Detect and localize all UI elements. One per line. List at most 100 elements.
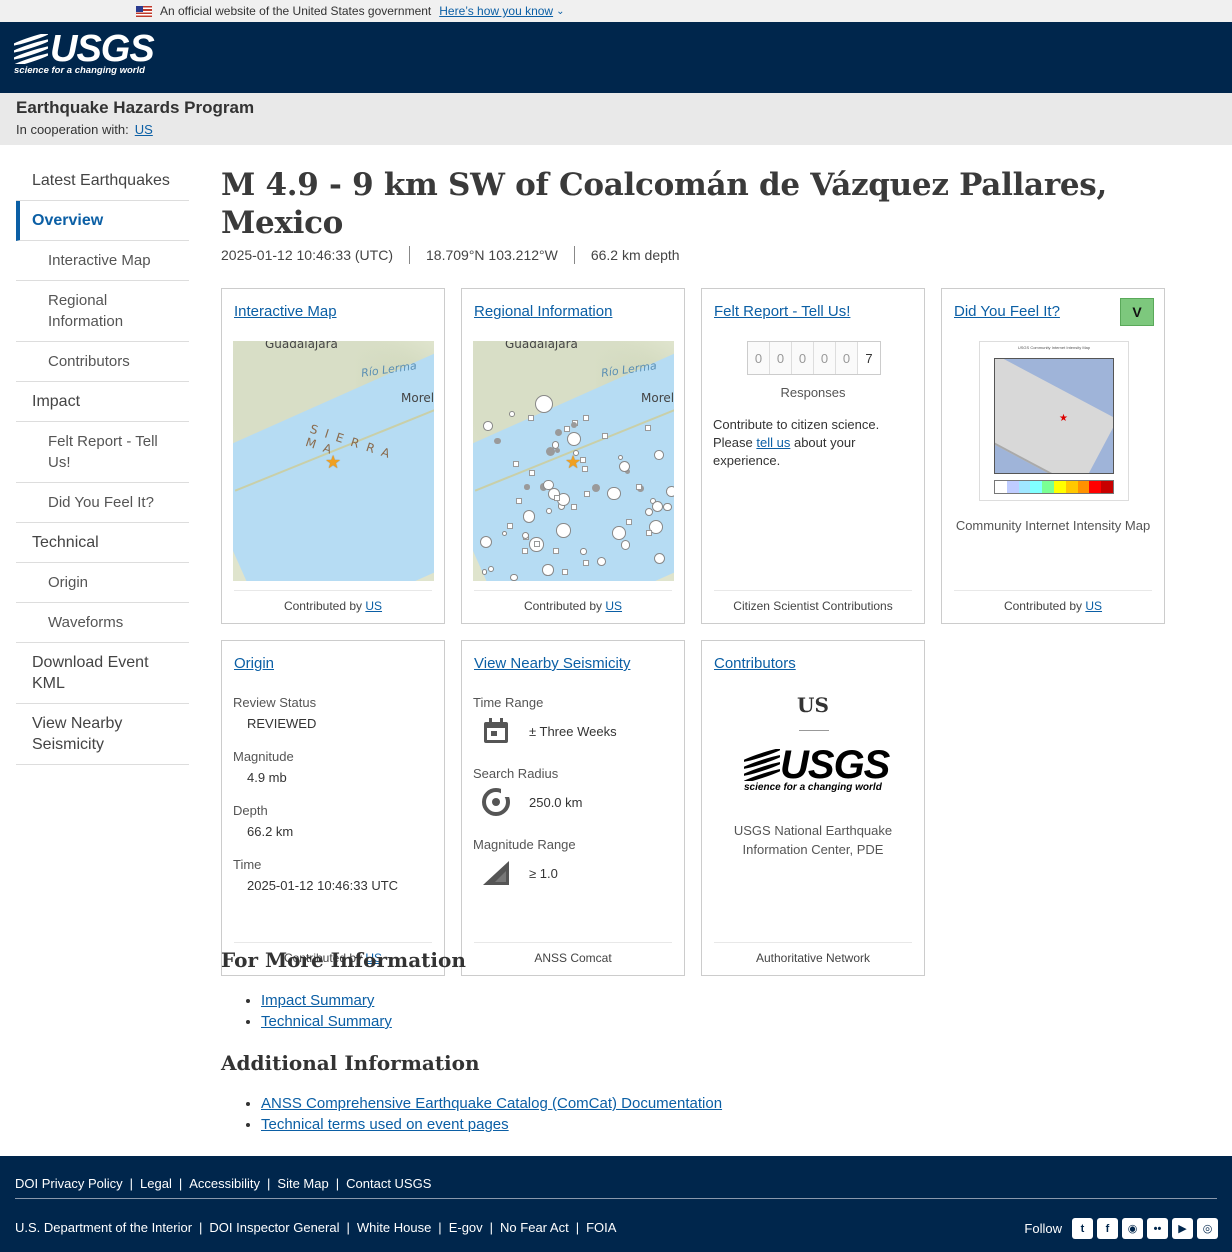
- contributor-link[interactable]: US: [365, 599, 382, 613]
- intensity-map-thumbnail[interactable]: USGS Community Internet Intensity Map ★: [979, 341, 1129, 501]
- regional-map-thumbnail[interactable]: Guadalajara Río Lerma Morel ★: [473, 341, 674, 581]
- nav-technical[interactable]: Technical: [16, 523, 189, 563]
- depth-field: Depth 66.2 km: [233, 803, 294, 839]
- intensity-legend: [994, 480, 1114, 494]
- time-range-field: Time Range ± Three Weeks: [473, 695, 617, 746]
- did-you-feel-it-card[interactable]: Did You Feel It? V USGS Community Intern…: [941, 288, 1165, 624]
- interactive-map-link[interactable]: Interactive Map: [234, 303, 337, 320]
- quake-marker: [644, 508, 653, 517]
- footer-link[interactable]: Accessibility: [189, 1176, 260, 1191]
- interactive-map-card[interactable]: Interactive Map Guadalajara Río Lerma Mo…: [221, 288, 445, 624]
- nav-did-you-feel-it[interactable]: Did You Feel It?: [16, 483, 189, 523]
- footer-divider: [15, 1198, 1217, 1199]
- nav-origin[interactable]: Origin: [16, 563, 189, 603]
- nav-felt-report[interactable]: Felt Report - Tell Us!: [16, 422, 189, 483]
- impact-summary-link[interactable]: Impact Summary: [261, 992, 374, 1009]
- quake-marker: [528, 470, 535, 477]
- coop-link[interactable]: US: [135, 122, 153, 137]
- quake-marker: [666, 486, 674, 498]
- felt-report-link[interactable]: Felt Report - Tell Us!: [714, 303, 850, 320]
- felt-report-card[interactable]: Felt Report - Tell Us! 0 0 0 0 0 7 Respo…: [701, 288, 925, 624]
- contributor-link[interactable]: US: [1085, 599, 1102, 613]
- magnitude-field: Magnitude 4.9 mb: [233, 749, 294, 785]
- program-bar: Earthquake Hazards Program In cooperatio…: [0, 93, 1232, 145]
- youtube-icon[interactable]: ▶: [1172, 1218, 1193, 1239]
- regional-information-card[interactable]: Regional Information Guadalajara Río Ler…: [461, 288, 685, 624]
- usgs-logo[interactable]: USGS science for a changing world: [14, 30, 155, 76]
- quake-marker: [618, 461, 630, 473]
- comcat-documentation-link[interactable]: ANSS Comprehensive Earthquake Catalog (C…: [261, 1095, 722, 1112]
- chevron-down-icon[interactable]: ⌄: [556, 6, 564, 17]
- footer-link[interactable]: FOIA: [586, 1220, 616, 1235]
- map-label-morelia: Morel: [401, 391, 434, 405]
- regional-information-link[interactable]: Regional Information: [474, 303, 612, 320]
- map-label-guadalajara: Guadalajara: [505, 341, 578, 351]
- contributor-network: US: [797, 693, 829, 717]
- footer-link[interactable]: Site Map: [277, 1176, 328, 1191]
- technical-summary-link[interactable]: Technical Summary: [261, 1013, 392, 1030]
- did-you-feel-it-link[interactable]: Did You Feel It?: [954, 303, 1060, 320]
- quake-marker: [546, 507, 553, 514]
- nav-download-kml[interactable]: Download Event KML: [16, 643, 189, 704]
- flickr-icon[interactable]: ••: [1147, 1218, 1168, 1239]
- quake-marker: [528, 415, 535, 422]
- footer-link[interactable]: Contact USGS: [346, 1176, 431, 1191]
- heres-how-you-know-link[interactable]: Here’s how you know: [439, 4, 553, 18]
- quake-marker: [580, 548, 587, 555]
- footer-link[interactable]: White House: [357, 1220, 431, 1235]
- view-nearby-seismicity-link[interactable]: View Nearby Seismicity: [474, 655, 630, 672]
- nav-regional-information[interactable]: Regional Information: [16, 281, 189, 342]
- instagram-icon[interactable]: ◎: [1197, 1218, 1218, 1239]
- footer-links-primary: DOI Privacy Policy | Legal | Accessibility…: [15, 1176, 432, 1191]
- footer-link[interactable]: DOI Inspector General: [209, 1220, 339, 1235]
- origin-link[interactable]: Origin: [234, 655, 274, 672]
- nearby-seismicity-card[interactable]: View Nearby Seismicity Time Range ± Thre…: [461, 640, 685, 976]
- technical-terms-link[interactable]: Technical terms used on event pages: [261, 1116, 509, 1133]
- divider: [799, 730, 829, 731]
- counter-digit: 0: [836, 342, 858, 374]
- nav-view-nearby-seismicity[interactable]: View Nearby Seismicity: [16, 704, 189, 765]
- main-content: M 4.9 - 9 km SW of Coalcomán de Vázquez …: [221, 166, 1216, 1133]
- nav-overview[interactable]: Overview: [16, 201, 189, 241]
- quake-marker: [602, 433, 609, 440]
- counter-digit: 0: [770, 342, 792, 374]
- interactive-map-thumbnail[interactable]: Guadalajara Río Lerma Morel SIERRA MA ★: [233, 341, 434, 581]
- quake-marker: [494, 437, 501, 445]
- nav-waveforms[interactable]: Waveforms: [16, 603, 189, 643]
- facebook-icon[interactable]: f: [1097, 1218, 1118, 1239]
- counter-digit: 0: [814, 342, 836, 374]
- quake-marker: [571, 503, 578, 510]
- quake-marker: [553, 547, 560, 554]
- tell-us-link[interactable]: tell us: [756, 435, 790, 450]
- logo-tagline: science for a changing world: [14, 65, 145, 76]
- footer-link[interactable]: No Fear Act: [500, 1220, 569, 1235]
- contributor-link[interactable]: US: [605, 599, 622, 613]
- list-item: Technical terms used on event pages: [261, 1114, 722, 1135]
- github-icon[interactable]: ◉: [1122, 1218, 1143, 1239]
- quake-marker: [612, 526, 627, 540]
- footer-link[interactable]: U.S. Department of the Interior: [15, 1220, 192, 1235]
- nav-contributors[interactable]: Contributors: [16, 342, 189, 382]
- gov-banner-text: An official website of the United States…: [160, 4, 432, 18]
- quake-marker: [513, 461, 520, 468]
- contributors-link[interactable]: Contributors: [714, 655, 796, 672]
- twitter-icon[interactable]: t: [1072, 1218, 1093, 1239]
- counter-digit: 0: [792, 342, 814, 374]
- nav-impact[interactable]: Impact: [16, 382, 189, 422]
- footer-link[interactable]: DOI Privacy Policy: [15, 1176, 123, 1191]
- epicenter-star-icon: ★: [1059, 413, 1068, 424]
- contributors-card[interactable]: Contributors US USGS science for a chang…: [701, 640, 925, 976]
- footer-link[interactable]: Legal: [140, 1176, 172, 1191]
- footer-link[interactable]: E-gov: [449, 1220, 483, 1235]
- nav-latest-earthquakes[interactable]: Latest Earthquakes: [16, 161, 189, 201]
- search-radius-field: Search Radius 250.0 km: [473, 766, 582, 817]
- intensity-badge: V: [1120, 298, 1154, 326]
- contributed-by: Contributed by US: [474, 590, 672, 613]
- quake-marker: [487, 565, 494, 573]
- origin-card[interactable]: Origin Review Status REVIEWED Magnitude …: [221, 640, 445, 976]
- program-title[interactable]: Earthquake Hazards Program: [16, 98, 1216, 118]
- nav-interactive-map[interactable]: Interactive Map: [16, 241, 189, 281]
- quake-marker: [562, 568, 569, 575]
- quake-marker: [583, 559, 590, 566]
- event-title: M 4.9 - 9 km SW of Coalcomán de Vázquez …: [221, 167, 1107, 241]
